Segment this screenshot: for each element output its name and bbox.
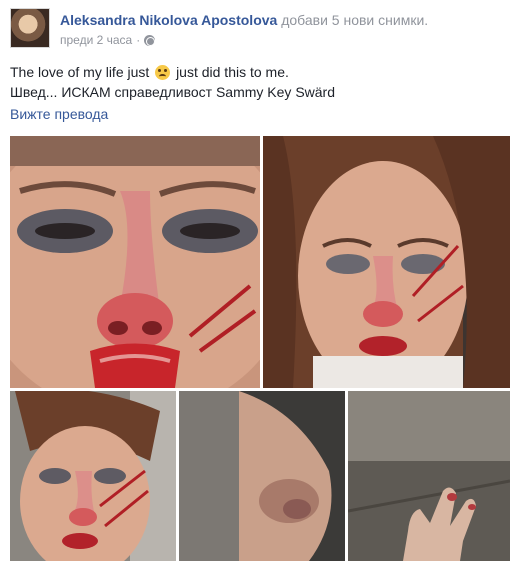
post-timestamp[interactable]: преди 2 часа	[60, 33, 132, 47]
crying-face-icon	[155, 65, 171, 80]
author-name-link[interactable]: Aleksandra Nikolova Apostolova	[60, 12, 277, 28]
meta-separator: ·	[136, 33, 141, 47]
author-avatar[interactable]	[10, 8, 50, 48]
globe-icon[interactable]	[144, 34, 156, 46]
post-meta: преди 2 часа ·	[60, 33, 156, 47]
photo-2[interactable]	[263, 136, 510, 388]
photo-1[interactable]	[10, 136, 260, 388]
photo-4[interactable]	[179, 391, 345, 561]
photo-3-image	[10, 391, 176, 561]
post-action-text: добави 5 нови снимки.	[281, 12, 429, 28]
photo-1-image	[10, 136, 260, 388]
photo-4-image	[179, 391, 345, 561]
post-text-segment: just did this to me.	[176, 64, 289, 80]
photo-5-image	[348, 391, 510, 561]
see-translation-link[interactable]: Вижте превода	[10, 106, 108, 122]
photo-5[interactable]	[348, 391, 510, 561]
header-line: Aleksandra Nikolova Apostolova добави 5 …	[60, 12, 428, 28]
post-text-segment: The love of my life just	[10, 64, 150, 80]
post-text-line-2: Швед... ИСКАМ справедливост Sammy Key Sw…	[10, 84, 336, 100]
photo-2-image	[263, 136, 510, 388]
photo-3[interactable]	[10, 391, 176, 561]
post-header: Aleksandra Nikolova Apostolova добави 5 …	[10, 8, 510, 52]
post-text-line-1: The love of my life just just did this t…	[10, 62, 510, 82]
post-body: The love of my life just just did this t…	[10, 62, 510, 102]
